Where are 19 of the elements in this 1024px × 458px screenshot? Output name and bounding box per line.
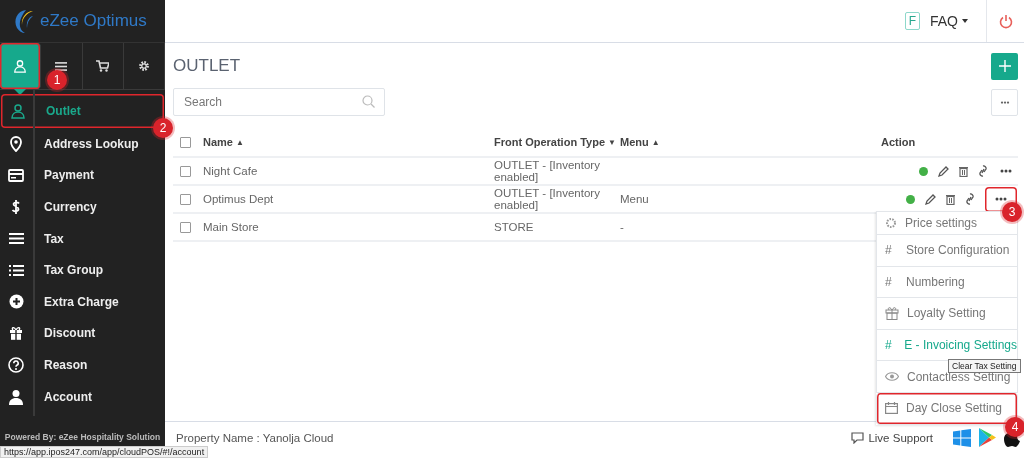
hash-sign: #	[885, 338, 893, 353]
table-cell: -	[620, 221, 624, 233]
hash-sign: #	[885, 243, 893, 258]
table-cell: STORE	[494, 221, 534, 233]
table-cell: Optimus Dept	[203, 193, 274, 205]
table-cell-text: OUTLET - [Inventory enabled]	[494, 187, 601, 211]
powered-by-text: Powered By: eZee Hospitality Solution	[4, 432, 161, 442]
table-cell: Main Store	[203, 221, 259, 233]
property-name: Property Name : Yanolja Cloud	[176, 432, 334, 444]
brand-name: eZee Optimus	[40, 11, 147, 31]
hash-sign: #	[885, 274, 893, 289]
table-cell: Night Cafe	[203, 165, 258, 177]
column-header: Action	[881, 136, 916, 148]
table-cell: Menu	[620, 193, 649, 205]
faq-badge: F	[904, 12, 920, 30]
status-url: https://app.ipos247.com/app/cloudPOS/#!/account	[0, 446, 209, 458]
tooltip: Clear Tax Setting	[948, 359, 1021, 373]
page-title: OUTLET	[173, 56, 241, 76]
table-cell-text: OUTLET - [Inventory enabled]	[494, 159, 601, 183]
